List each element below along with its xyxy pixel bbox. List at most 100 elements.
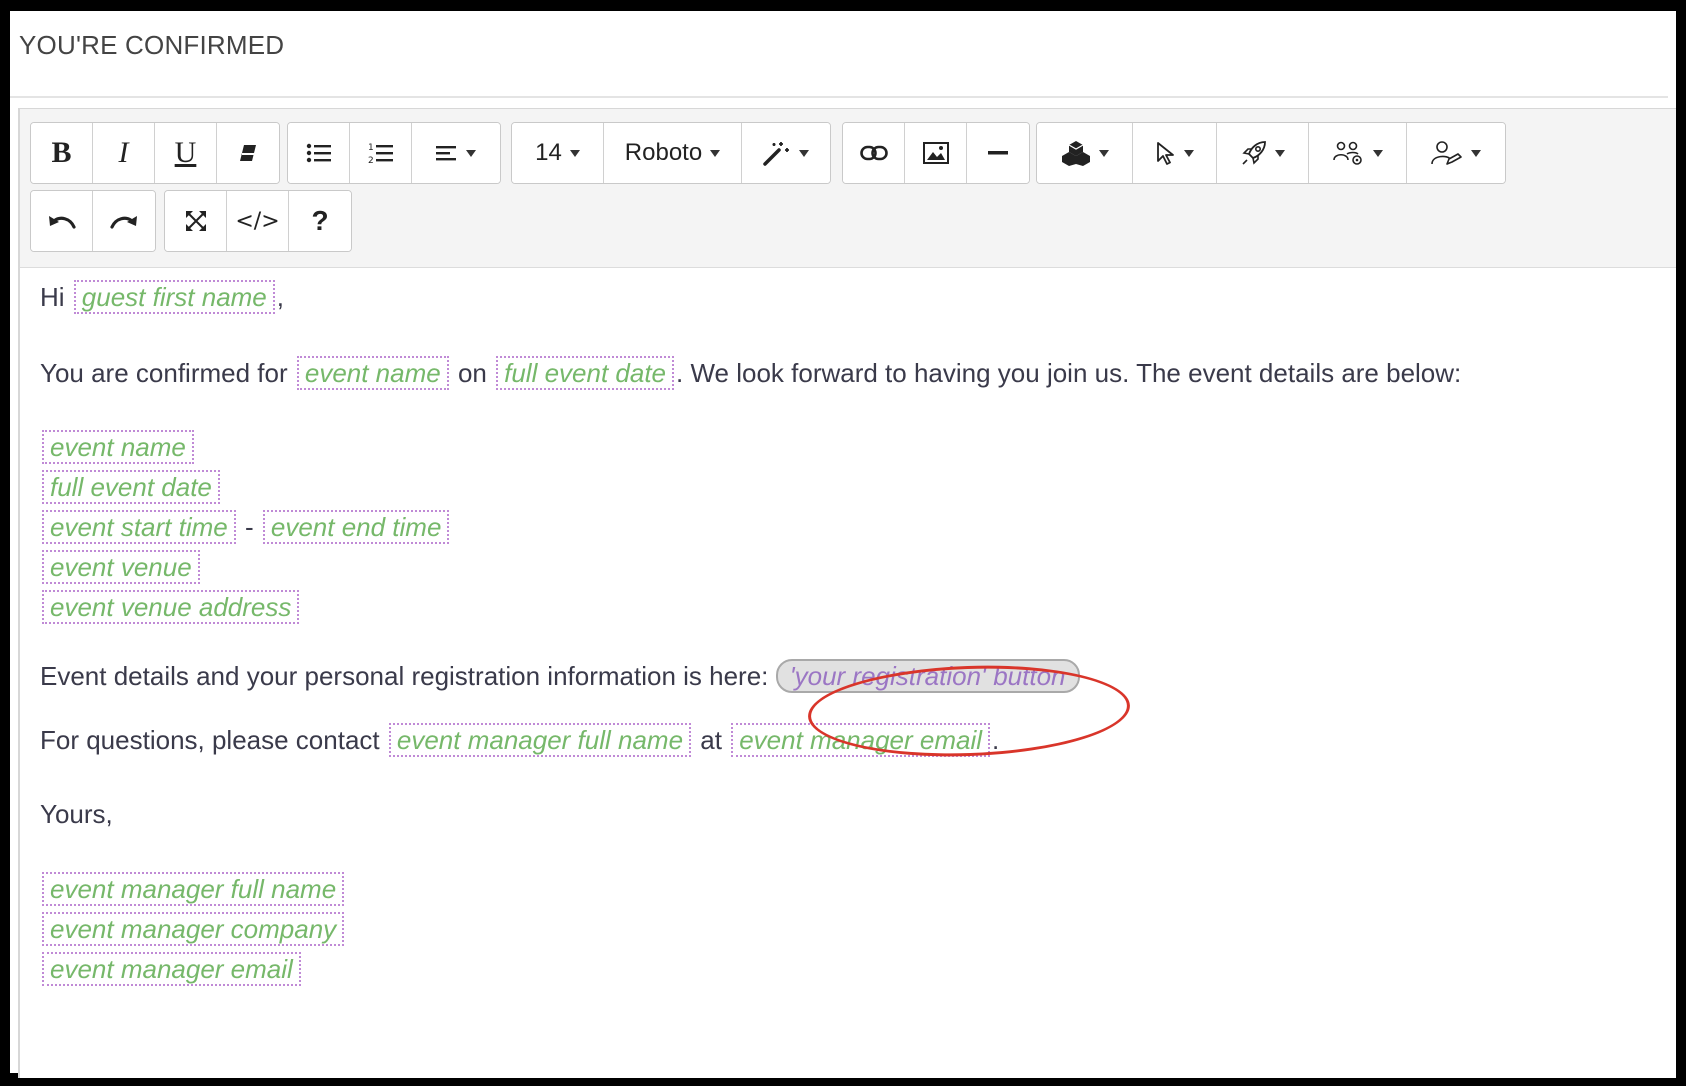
greeting-text: Hi xyxy=(40,282,65,312)
user-edit-dropdown[interactable] xyxy=(1407,123,1505,183)
font-family-dropdown[interactable]: Roboto xyxy=(604,123,742,183)
signature-name: event manager full name xyxy=(40,872,346,906)
chevron-down-icon xyxy=(1471,149,1481,157)
undo-button[interactable] xyxy=(31,191,93,251)
detail-event-time: event start time - event end time xyxy=(40,510,451,544)
view-group: </> ? xyxy=(164,190,352,252)
signature-company: event manager company xyxy=(40,912,346,946)
confirmation-line: You are confirmed for event name on full… xyxy=(40,356,1461,390)
chevron-down-icon xyxy=(466,149,476,157)
chevron-down-icon xyxy=(1372,149,1383,157)
redo-button[interactable] xyxy=(93,191,155,251)
merge-tag-guest-first-name[interactable]: guest first name xyxy=(73,280,275,314)
confirm-on-text: on xyxy=(457,358,487,388)
merge-tag-full-event-date[interactable]: full event date xyxy=(496,356,675,390)
svg-text:2: 2 xyxy=(368,156,374,165)
horizontal-rule-icon xyxy=(988,151,1008,155)
font-size-dropdown[interactable]: 14 xyxy=(512,123,604,183)
merge-tag-event-manager-company[interactable]: event manager company xyxy=(42,912,345,946)
italic-button[interactable]: I xyxy=(93,123,155,183)
users-gear-icon xyxy=(1332,141,1362,165)
horizontal-rule-button[interactable] xyxy=(967,123,1029,183)
bold-icon: B xyxy=(51,136,72,169)
align-dropdown[interactable] xyxy=(412,123,500,183)
merge-tag-event-manager-full-name[interactable]: event manager full name xyxy=(388,723,692,757)
fullscreen-button[interactable] xyxy=(165,191,227,251)
code-icon: </> xyxy=(235,208,280,234)
help-button[interactable]: ? xyxy=(289,191,351,251)
divider xyxy=(10,96,1668,98)
magic-wand-icon xyxy=(763,142,789,166)
italic-icon: I xyxy=(118,136,129,169)
underline-button[interactable]: U xyxy=(155,123,217,183)
chevron-down-icon xyxy=(1098,149,1109,157)
eraser-icon xyxy=(240,145,256,161)
chevron-down-icon xyxy=(710,149,721,157)
greeting-line: Hi guest first name, xyxy=(40,280,284,314)
font-size-value: 14 xyxy=(535,139,562,166)
confirm-rest-text: . We look forward to having you join us.… xyxy=(676,358,1462,388)
detail-event-venue-address: event venue address xyxy=(40,590,301,624)
expand-icon xyxy=(185,211,206,231)
editor-toolbar: B I U 1 2 14 Roboto </> ? xyxy=(20,109,1676,268)
svg-text:1: 1 xyxy=(368,143,374,153)
merge-tag-event-start-time[interactable]: event start time xyxy=(42,510,236,544)
font-family-value: Roboto xyxy=(624,139,703,166)
merge-tag-event-name[interactable]: event name xyxy=(42,430,194,464)
detail-event-date: full event date xyxy=(40,470,222,504)
chevron-down-icon xyxy=(799,149,809,157)
user-edit-icon xyxy=(1431,141,1462,165)
closing-line: Yours, xyxy=(40,799,113,830)
group-settings-dropdown[interactable] xyxy=(1309,123,1407,183)
merge-tag-event-venue[interactable]: event venue xyxy=(42,550,200,584)
greeting-comma: , xyxy=(276,282,285,312)
blocks-dropdown[interactable] xyxy=(1037,123,1133,183)
launch-dropdown[interactable] xyxy=(1217,123,1309,183)
text-style-group: B I U xyxy=(30,122,280,184)
bullet-list-icon xyxy=(306,143,331,163)
merge-tag-event-name[interactable]: event name xyxy=(296,356,449,390)
bold-button[interactable]: B xyxy=(31,123,93,183)
underline-icon: U xyxy=(174,136,197,169)
align-left-icon xyxy=(436,146,456,161)
history-group xyxy=(30,190,156,252)
questions-at-text: at xyxy=(700,725,722,755)
time-dash: - xyxy=(244,512,254,542)
pointer-dropdown[interactable] xyxy=(1133,123,1217,183)
merge-tag-event-manager-full-name[interactable]: event manager full name xyxy=(42,872,345,906)
question-icon: ? xyxy=(311,205,329,236)
numbered-list-button[interactable]: 1 2 xyxy=(350,123,412,183)
merge-tag-event-venue-address[interactable]: event venue address xyxy=(42,590,300,624)
merge-tag-event-manager-email[interactable]: event manager email xyxy=(42,952,301,986)
image-icon xyxy=(922,142,949,164)
bullet-list-button[interactable] xyxy=(288,123,350,183)
detail-event-venue: event venue xyxy=(40,550,202,584)
rocket-icon xyxy=(1241,141,1266,165)
insert-group xyxy=(842,122,1030,184)
editor-content[interactable]: Hi guest first name, You are confirmed f… xyxy=(40,269,1676,1078)
chevron-down-icon xyxy=(1183,149,1194,157)
signature-email: event manager email xyxy=(40,952,303,986)
merge-tag-event-end-time[interactable]: event end time xyxy=(262,510,450,544)
clear-format-button[interactable] xyxy=(217,123,279,183)
confirm-text: You are confirmed for xyxy=(40,358,288,388)
undo-icon xyxy=(48,216,76,229)
cursor-icon xyxy=(1156,142,1174,165)
detail-event-name: event name xyxy=(40,430,196,464)
paragraph-group: 1 2 xyxy=(287,122,501,184)
link-icon xyxy=(859,145,888,161)
registration-text: Event details and your personal registra… xyxy=(40,661,769,691)
numbered-list-icon: 1 2 xyxy=(368,143,393,165)
cubes-icon xyxy=(1061,141,1090,166)
email-subject: YOU'RE CONFIRMED xyxy=(19,30,285,60)
insert-image-button[interactable] xyxy=(905,123,967,183)
closing-text: Yours, xyxy=(40,799,113,829)
chevron-down-icon xyxy=(569,149,580,157)
merge-tag-full-event-date[interactable]: full event date xyxy=(42,470,220,504)
chevron-down-icon xyxy=(1274,149,1285,157)
rich-text-editor: B I U 1 2 14 Roboto </> ? Hi guest first… xyxy=(18,108,1676,1078)
insert-link-button[interactable] xyxy=(843,123,905,183)
font-group: 14 Roboto xyxy=(511,122,831,184)
style-magic-dropdown[interactable] xyxy=(742,123,830,183)
code-view-button[interactable]: </> xyxy=(227,191,289,251)
